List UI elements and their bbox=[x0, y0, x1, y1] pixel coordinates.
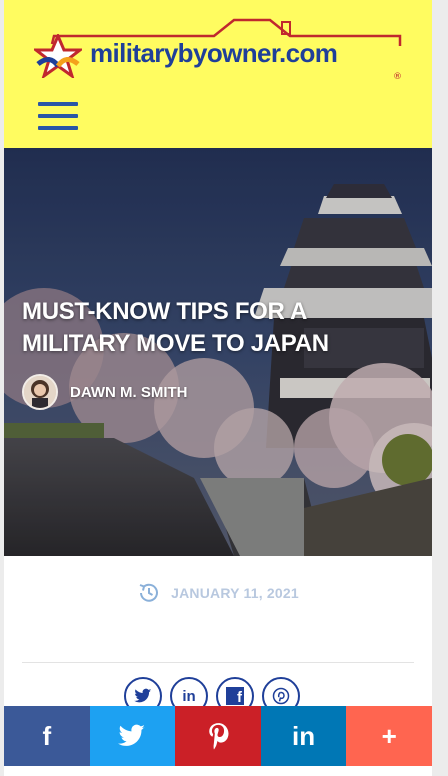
hamburger-menu-icon[interactable] bbox=[38, 100, 78, 132]
author-name[interactable]: DAWN M. SMITH bbox=[70, 384, 188, 401]
publish-date-text: JANUARY 11, 2021 bbox=[171, 585, 299, 601]
share-bar-facebook-button[interactable]: f bbox=[4, 706, 90, 766]
facebook-icon: f bbox=[226, 687, 244, 705]
linkedin-icon: in bbox=[292, 720, 316, 751]
share-bar-pinterest-button[interactable] bbox=[175, 706, 261, 766]
content-divider bbox=[22, 662, 414, 663]
twitter-bird-icon bbox=[118, 724, 146, 746]
author-avatar[interactable] bbox=[22, 374, 58, 410]
linkedin-icon: in bbox=[182, 687, 196, 705]
pinterest-icon bbox=[272, 687, 290, 705]
twitter-bird-icon bbox=[134, 688, 152, 703]
hero-image: MUST-KNOW TIPS FOR A MILITARY MOVE TO JA… bbox=[4, 148, 432, 556]
sticky-share-bar: f in + bbox=[4, 706, 432, 766]
article-title: MUST-KNOW TIPS FOR A MILITARY MOVE TO JA… bbox=[22, 298, 329, 357]
share-bar-linkedin-button[interactable]: in bbox=[260, 706, 347, 766]
site-logo[interactable]: militarybyowner.com ® bbox=[34, 16, 404, 82]
author-byline[interactable]: DAWN M. SMITH bbox=[22, 374, 188, 410]
clock-history-icon bbox=[139, 583, 159, 602]
facebook-icon: f bbox=[42, 720, 52, 751]
logo-star-icon bbox=[34, 34, 82, 78]
share-bar-twitter-button[interactable] bbox=[89, 706, 176, 766]
plus-icon: + bbox=[381, 720, 397, 751]
logo-registered-mark: ® bbox=[393, 72, 402, 82]
site-header: militarybyowner.com ® bbox=[4, 0, 432, 148]
pinterest-icon bbox=[209, 723, 229, 750]
avatar-portrait bbox=[24, 376, 56, 408]
logo-text: militarybyowner.com bbox=[90, 38, 338, 68]
publish-date: JANUARY 11, 2021 bbox=[4, 580, 432, 606]
share-bar-more-button[interactable]: + bbox=[346, 706, 432, 766]
page: militarybyowner.com ® MUST-KNOW TIPS FOR… bbox=[4, 0, 432, 776]
